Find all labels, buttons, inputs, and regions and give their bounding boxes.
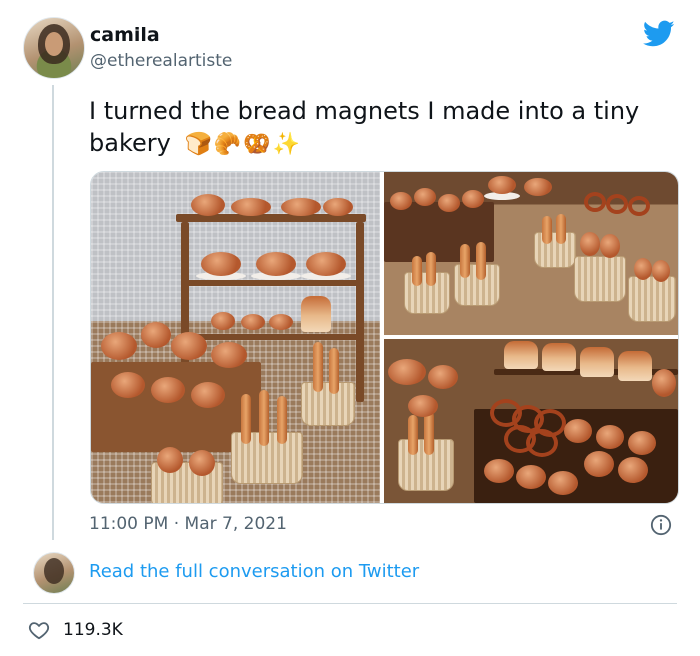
bread-boule <box>256 252 296 276</box>
pastry <box>241 314 265 330</box>
pretzel <box>628 196 650 216</box>
baguette <box>277 396 287 444</box>
like-count[interactable]: 119.3K <box>63 620 123 640</box>
bread-roll <box>596 425 624 449</box>
baguette <box>556 214 566 244</box>
bread-boule <box>201 252 241 276</box>
bread-roll <box>191 194 225 216</box>
conversation-avatar[interactable] <box>33 552 75 594</box>
bread-roll <box>652 260 670 282</box>
author-handle[interactable]: @etherealartiste <box>90 51 232 71</box>
bread-emoji: 🍞 <box>184 132 212 157</box>
tweet-text: I turned the bread magnets I made into a… <box>89 97 640 157</box>
photo-bakery-shelf[interactable] <box>91 172 380 503</box>
bread-boule <box>484 459 514 483</box>
pastry <box>211 342 247 368</box>
bread-roll <box>231 198 271 216</box>
pastry <box>269 314 293 330</box>
pastry <box>101 332 137 360</box>
pastry <box>191 382 225 408</box>
pretzel <box>526 429 558 457</box>
bread-roll <box>652 369 676 397</box>
basket <box>628 276 676 322</box>
bread-roll <box>584 451 614 477</box>
bread-roll <box>157 447 183 473</box>
baguette <box>241 394 251 444</box>
pastry <box>414 188 436 206</box>
bread-roll <box>600 234 620 258</box>
author-display-name[interactable]: camila <box>90 24 160 46</box>
twitter-bird-icon[interactable] <box>643 20 675 48</box>
photo-bread-baskets[interactable] <box>384 172 678 335</box>
bread-boule <box>548 471 578 495</box>
bread-roll <box>323 198 353 216</box>
pastry <box>111 372 145 398</box>
bread-roll <box>189 450 215 476</box>
author-avatar[interactable] <box>23 17 85 79</box>
bread-loaf <box>301 296 331 332</box>
pastry <box>388 359 426 385</box>
pastry <box>408 395 438 417</box>
baguette <box>426 252 436 286</box>
bread-boule <box>306 252 346 276</box>
bread-roll <box>564 419 592 443</box>
croissant-emoji: 🥐 <box>213 132 242 157</box>
bread-boule <box>524 178 552 196</box>
photo-loaves-pretzels[interactable] <box>384 339 678 503</box>
baguette <box>542 216 552 244</box>
pastry <box>171 332 207 360</box>
tweet-timestamp[interactable]: 11:00 PM · Mar 7, 2021 <box>89 514 287 534</box>
pastry <box>390 192 412 210</box>
pastry <box>428 365 458 389</box>
shelf-side-right <box>356 222 364 402</box>
pastry <box>438 194 460 212</box>
basket <box>534 232 576 268</box>
bread-loaf <box>542 343 576 371</box>
bread-roll <box>281 198 321 216</box>
bread-roll <box>634 258 652 280</box>
media-grid[interactable] <box>90 171 679 504</box>
pretzel <box>584 192 606 212</box>
bread-loaf <box>504 341 538 369</box>
heart-icon[interactable] <box>28 619 50 641</box>
info-icon[interactable] <box>650 514 672 536</box>
baguette <box>476 242 486 280</box>
pastry <box>141 322 171 348</box>
basket <box>301 382 355 426</box>
pretzel-emoji: 🥨 <box>243 132 271 157</box>
tweet-emojis: 🍞🥐🥨✨ <box>184 127 302 161</box>
pastry <box>462 190 484 208</box>
baguette <box>329 348 339 394</box>
shelf-lower <box>186 334 361 340</box>
baguette <box>460 244 470 278</box>
divider <box>23 603 677 604</box>
baguette <box>412 256 422 286</box>
baguette <box>424 411 434 455</box>
pastry <box>151 377 185 403</box>
baguette <box>408 415 418 455</box>
thread-line <box>52 85 54 540</box>
pretzel <box>606 194 628 214</box>
bread-boule <box>516 465 546 489</box>
bread-roll <box>618 457 648 483</box>
bread-loaf <box>618 351 652 381</box>
basket <box>574 256 626 302</box>
sparkles-emoji: ✨ <box>272 132 301 157</box>
bread-roll <box>628 431 656 455</box>
bread-roll <box>580 232 600 256</box>
read-conversation-link[interactable]: Read the full conversation on Twitter <box>89 561 419 582</box>
pastry <box>211 312 235 330</box>
baguette <box>313 342 323 392</box>
bread-boule <box>488 176 516 194</box>
baguette <box>259 390 269 446</box>
shelf-middle <box>186 280 361 286</box>
bread-loaf <box>580 347 614 377</box>
tweet-body: I turned the bread magnets I made into a… <box>89 95 689 161</box>
